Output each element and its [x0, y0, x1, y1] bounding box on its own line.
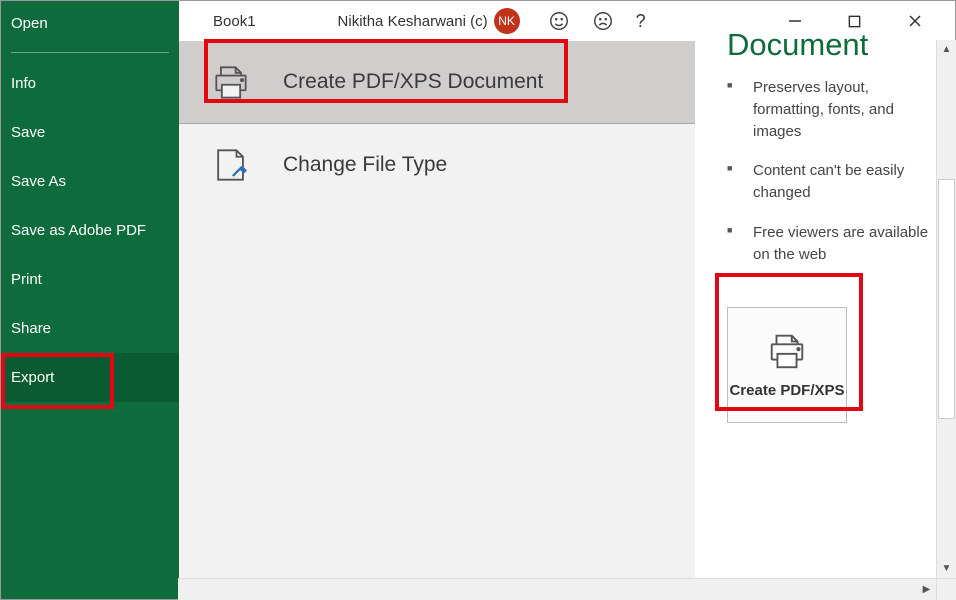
sidebar-divider [11, 52, 169, 53]
option-change-file-type[interactable]: Change File Type [179, 124, 695, 206]
scroll-track[interactable] [937, 59, 956, 559]
vertical-scrollbar[interactable]: ▲ ▼ [936, 40, 956, 578]
main-panel: Create PDF/XPS Document Change File Type… [179, 41, 955, 599]
sidebar-item-save-adobe-pdf[interactable]: Save as Adobe PDF [1, 206, 179, 255]
avatar[interactable]: NK [494, 8, 520, 34]
sidebar-item-save-as[interactable]: Save As [1, 157, 179, 206]
create-pdf-xps-button[interactable]: Create PDF/XPS [727, 307, 847, 423]
scroll-right-arrow[interactable]: ▶ [917, 579, 936, 600]
option-label: Create PDF/XPS Document [283, 70, 543, 94]
backstage-sidebar: Open Info Save Save As Save as Adobe PDF… [1, 1, 179, 599]
details-title: Document [727, 27, 937, 63]
sidebar-item-print[interactable]: Print [1, 255, 179, 304]
content-area: Book1 Nikitha Kesharwani (c) NK ? [179, 1, 955, 599]
option-label: Change File Type [283, 153, 447, 177]
user-name: Nikitha Kesharwani (c) [338, 13, 488, 30]
details-bullets: Preserves layout, formatting, fonts, and… [727, 77, 937, 265]
details-panel: Document Preserves layout, formatting, f… [695, 41, 955, 599]
change-file-type-icon [209, 144, 253, 186]
bullet-item: Free viewers are available on the web [727, 222, 937, 266]
printer-pdf-icon [764, 330, 810, 372]
frown-icon[interactable] [592, 10, 614, 32]
printer-pdf-icon [209, 61, 253, 103]
sidebar-item-open[interactable]: Open [1, 1, 179, 50]
scroll-thumb[interactable] [938, 179, 955, 419]
help-icon[interactable]: ? [636, 11, 646, 32]
scrollbar-corner [936, 578, 956, 600]
sidebar-item-share[interactable]: Share [1, 304, 179, 353]
create-button-label: Create PDF/XPS [729, 382, 844, 401]
horizontal-scrollbar[interactable]: ▶ [178, 578, 936, 600]
sidebar-item-export[interactable]: Export [1, 353, 179, 402]
document-name: Book1 [213, 13, 256, 30]
sidebar-item-save[interactable]: Save [1, 108, 179, 157]
bullet-item: Preserves layout, formatting, fonts, and… [727, 77, 937, 142]
option-create-pdf-xps[interactable]: Create PDF/XPS Document [179, 41, 695, 124]
export-options: Create PDF/XPS Document Change File Type [179, 41, 695, 599]
scroll-down-arrow[interactable]: ▼ [937, 559, 956, 578]
bullet-item: Content can't be easily changed [727, 160, 937, 204]
smile-icon[interactable] [548, 10, 570, 32]
sidebar-item-info[interactable]: Info [1, 59, 179, 108]
scroll-up-arrow[interactable]: ▲ [937, 40, 956, 59]
sidebar-item-label: Export [11, 369, 54, 386]
